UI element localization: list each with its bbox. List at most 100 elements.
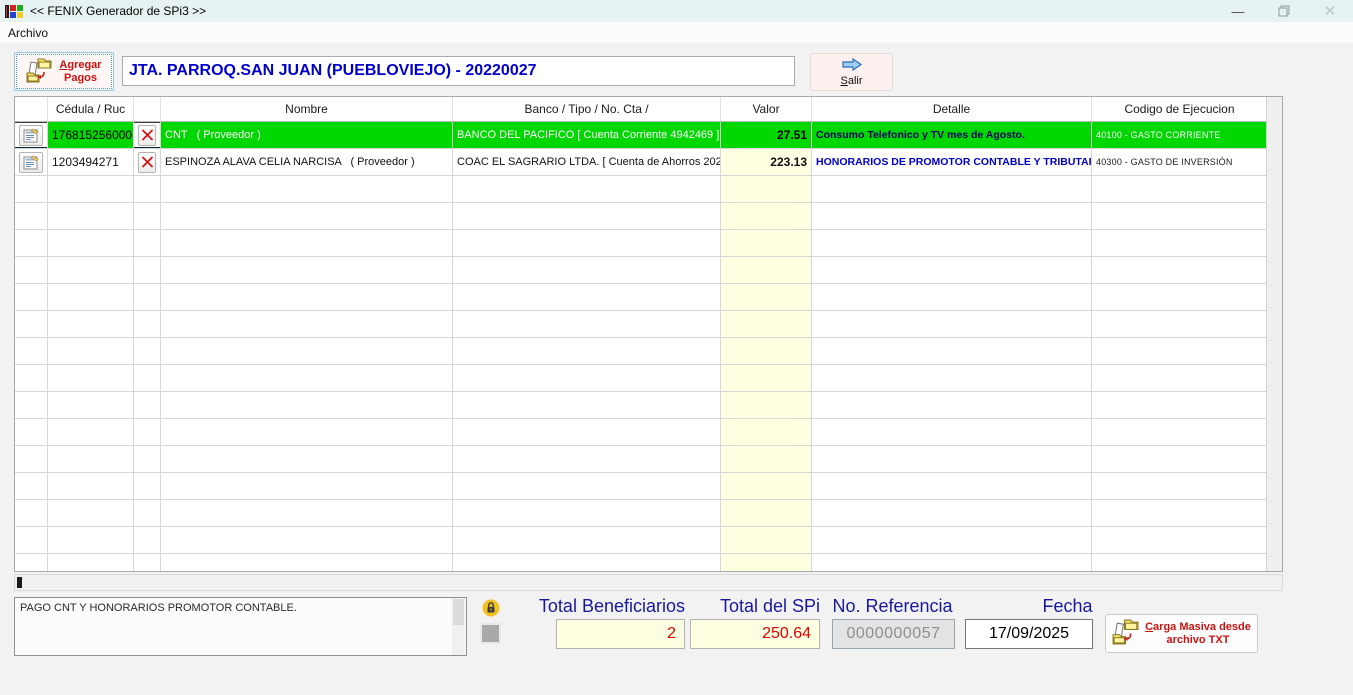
cell-codigo [1092,284,1267,311]
cell-edit-empty [15,419,48,446]
cell-nombre [161,230,453,257]
no-referencia-label: No. Referencia [830,596,955,617]
cell-cedula [48,554,134,572]
table-row-empty[interactable] [15,203,1267,230]
fecha-field[interactable]: 17/09/2025 [965,619,1093,649]
cell-banco [453,257,721,284]
cell-nombre: ESPINOZA ALAVA CELIA NARCISA ( Proveedor… [161,149,453,176]
menubar: Archivo [0,22,1353,43]
cell-valor [721,203,812,230]
minimize-button[interactable]: — [1215,0,1261,22]
cell-nombre [161,176,453,203]
no-referencia-field: 0000000057 [832,619,955,649]
header-cedula: Cédula / Ruc [48,97,134,121]
menu-archivo[interactable]: Archivo [0,24,56,42]
table-horizontal-scrollbar[interactable] [14,574,1283,591]
cell-nombre [161,446,453,473]
cell-delete-row-button-wrap [134,122,161,149]
cell-delete-empty [134,419,161,446]
agregar-pagos-button[interactable]: AgregarPagos [14,52,114,91]
cell-valor [721,419,812,446]
table-row-empty[interactable] [15,257,1267,284]
cell-detalle [812,365,1092,392]
total-beneficiarios-field: 2 [556,619,685,649]
table-row-empty[interactable] [15,419,1267,446]
cell-valor: 27.51 [721,122,812,149]
cell-banco [453,446,721,473]
table-row-empty[interactable] [15,365,1267,392]
table-row-empty[interactable] [15,176,1267,203]
header-rowbutton [15,97,48,121]
hscroll-thumb[interactable] [17,577,22,588]
color-swatch-square[interactable] [480,623,501,644]
cell-cedula [48,473,134,500]
cell-detalle [812,527,1092,554]
edit-row-button[interactable] [19,125,43,146]
table-row-empty[interactable] [15,527,1267,554]
table-row[interactable]: 1203494271 ESPINOZA ALAVA CELIA NARCISA (… [15,149,1267,176]
payments-table: Cédula / Ruc Nombre Banco / Tipo / No. C… [14,96,1283,572]
cell-cedula [48,392,134,419]
table-vertical-scrollbar[interactable] [1266,97,1282,571]
salir-button[interactable]: Salir [810,53,893,91]
cell-valor: 223.13 [721,149,812,176]
cell-edit-empty [15,284,48,311]
carga-masiva-button[interactable]: Carga Masiva desdearchivo TXT [1105,614,1258,653]
table-row[interactable]: 1768152560001CNT ( Proveedor )BANCO DEL … [15,122,1267,149]
delete-row-button[interactable] [138,125,156,146]
close-button[interactable]: ✕ [1307,0,1353,22]
cell-cedula [48,176,134,203]
cell-codigo [1092,473,1267,500]
cell-valor [721,554,812,572]
cell-edit-empty [15,203,48,230]
cell-detalle [812,419,1092,446]
cell-nombre [161,284,453,311]
table-row-empty[interactable] [15,311,1267,338]
table-row-empty[interactable] [15,392,1267,419]
cell-detalle: HONORARIOS DE PROMOTOR CONTABLE Y TRIBUT… [812,149,1092,176]
table-row-empty[interactable] [15,446,1267,473]
cell-edit-empty [15,311,48,338]
cell-cedula [48,365,134,392]
cell-detalle [812,230,1092,257]
cell-valor [721,230,812,257]
cell-edit-empty [15,365,48,392]
restore-button[interactable] [1261,0,1307,22]
memo-scrollbar[interactable] [452,598,465,655]
table-row-empty[interactable] [15,500,1267,527]
cell-detalle: Consumo Telefonico y TV mes de Agosto. [812,122,1092,149]
cell-banco [453,500,721,527]
delete-row-button[interactable] [138,152,156,173]
cell-valor [721,338,812,365]
cell-codigo [1092,392,1267,419]
cell-delete-empty [134,230,161,257]
cell-delete-empty [134,446,161,473]
cell-banco [453,365,721,392]
cell-banco [453,311,721,338]
table-row-empty[interactable] [15,284,1267,311]
payment-memo-textarea[interactable]: PAGO CNT Y HONORARIOS PROMOTOR CONTABLE. [14,597,467,656]
cell-codigo: 40100 - GASTO CORRIENTE [1092,122,1267,149]
cell-valor [721,446,812,473]
table-row-empty[interactable] [15,473,1267,500]
header-delete [134,97,161,121]
add-payments-folders-icon [26,57,53,87]
cell-edit-empty [15,446,48,473]
table-row-empty[interactable] [15,230,1267,257]
header-banco: Banco / Tipo / No. Cta / [453,97,721,121]
cell-cedula [48,203,134,230]
cell-cedula: 1203494271 [48,149,134,176]
cell-valor [721,284,812,311]
table-row-empty[interactable] [15,554,1267,572]
cell-cedula [48,230,134,257]
total-spi-field: 250.64 [690,619,820,649]
cell-codigo [1092,230,1267,257]
edit-row-button[interactable] [19,152,43,173]
table-row-empty[interactable] [15,338,1267,365]
cell-banco [453,284,721,311]
cell-detalle [812,311,1092,338]
cell-nombre [161,365,453,392]
entity-title-input[interactable] [122,56,795,86]
cell-nombre [161,311,453,338]
cell-delete-empty [134,203,161,230]
